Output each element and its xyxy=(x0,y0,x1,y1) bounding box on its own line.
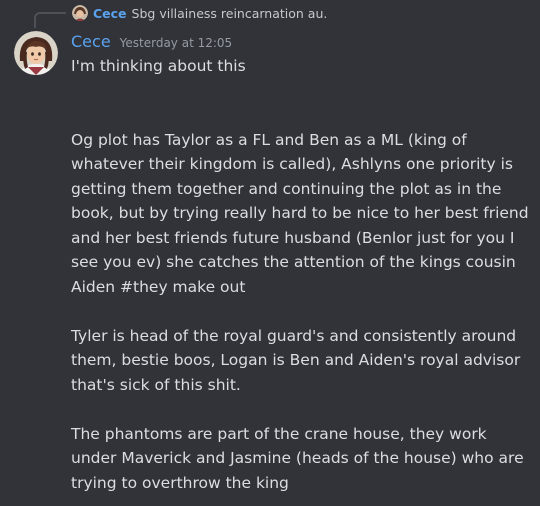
author-avatar[interactable] xyxy=(14,31,58,75)
reply-preview[interactable]: Cece Sbg villainess reincarnation au. xyxy=(72,3,327,23)
message-header: Cece Yesterday at 12:05 xyxy=(71,32,232,54)
message-paragraph: The phantoms are part of the crane house… xyxy=(71,424,524,492)
message-paragraph: Og plot has Taylor as a FL and Ben as a … xyxy=(71,130,529,296)
message-content: I'm thinking about this Og plot has Tayl… xyxy=(71,54,535,495)
message-paragraph: Tyler is head of the royal guard's and c… xyxy=(71,326,521,394)
chat-message: Cece Sbg villainess reincarnation au. Ce… xyxy=(0,0,540,506)
author-name[interactable]: Cece xyxy=(71,32,111,51)
reply-author-name[interactable]: Cece xyxy=(93,6,127,21)
message-paragraph: I'm thinking about this xyxy=(71,57,246,75)
reply-message-text[interactable]: Sbg villainess reincarnation au. xyxy=(132,6,328,21)
reply-connector xyxy=(34,12,66,28)
reply-avatar[interactable] xyxy=(72,5,88,21)
message-timestamp[interactable]: Yesterday at 12:05 xyxy=(120,36,233,50)
